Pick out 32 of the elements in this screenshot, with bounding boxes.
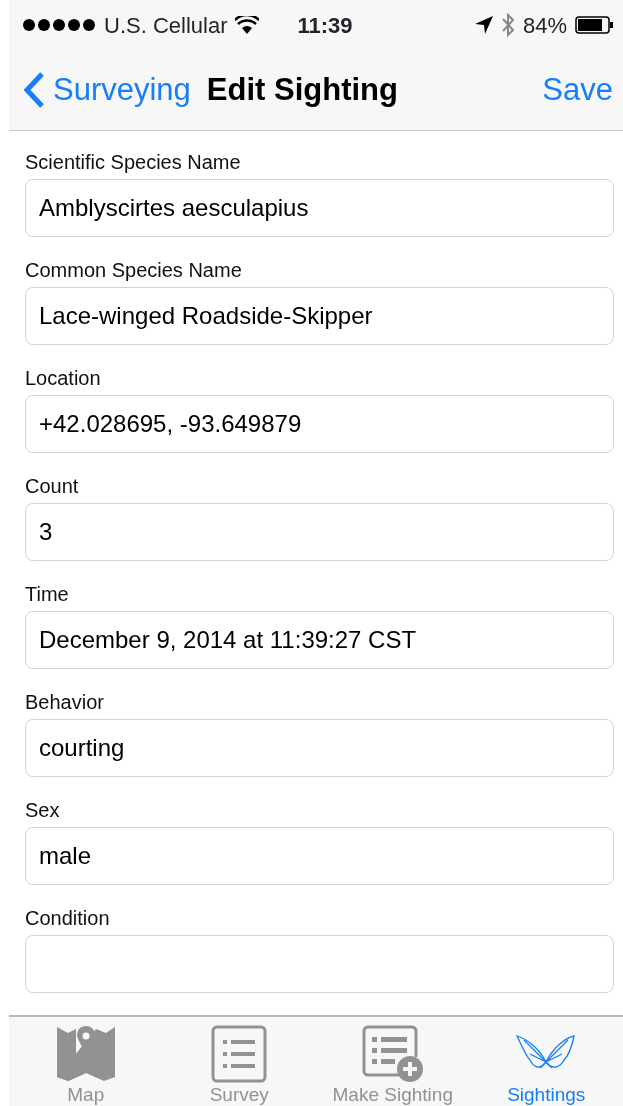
field-label: Count <box>25 475 80 497</box>
text-field[interactable]: 3 <box>25 503 614 561</box>
wifi-icon <box>235 16 260 34</box>
bluetooth-icon <box>500 13 515 37</box>
location-arrow-icon <box>474 16 493 34</box>
field-label: Condition <box>25 907 111 929</box>
text-field[interactable]: Amblyscirtes aesculapius <box>25 179 614 237</box>
text-field[interactable] <box>25 935 614 993</box>
text-field[interactable]: male <box>25 827 614 885</box>
text-field[interactable]: December 9, 2014 at 11:39:27 CST <box>25 611 614 669</box>
carrier-name: U.S. Cellular <box>104 11 228 40</box>
text-field[interactable]: courting <box>25 719 614 777</box>
battery-percent: 84% <box>522 11 567 40</box>
back-button[interactable]: Surveying <box>23 66 191 114</box>
add-list-icon <box>361 1025 424 1083</box>
battery-icon <box>575 16 613 34</box>
field-label: Behavior <box>25 691 105 713</box>
field-label: Scientific Species Name <box>25 151 242 173</box>
field-label: Common Species Name <box>25 259 243 281</box>
map-pin-icon <box>55 1025 116 1083</box>
field-label: Time <box>25 583 70 605</box>
save-button[interactable]: Save <box>542 66 613 114</box>
list-icon <box>211 1025 268 1083</box>
back-chevron-icon <box>23 71 45 109</box>
text-field[interactable]: +42.028695, -93.649879 <box>25 395 614 453</box>
tab-item[interactable]: Sightings <box>469 1017 623 1106</box>
screen-title: Edit Sighting <box>206 70 398 109</box>
field-label: Sex <box>25 799 61 821</box>
status-time: 11:39 <box>297 11 353 40</box>
text-field[interactable]: Lace-winged Roadside-Skipper <box>25 287 614 345</box>
signal-icon <box>22 18 96 32</box>
field-label: Location <box>25 367 102 389</box>
